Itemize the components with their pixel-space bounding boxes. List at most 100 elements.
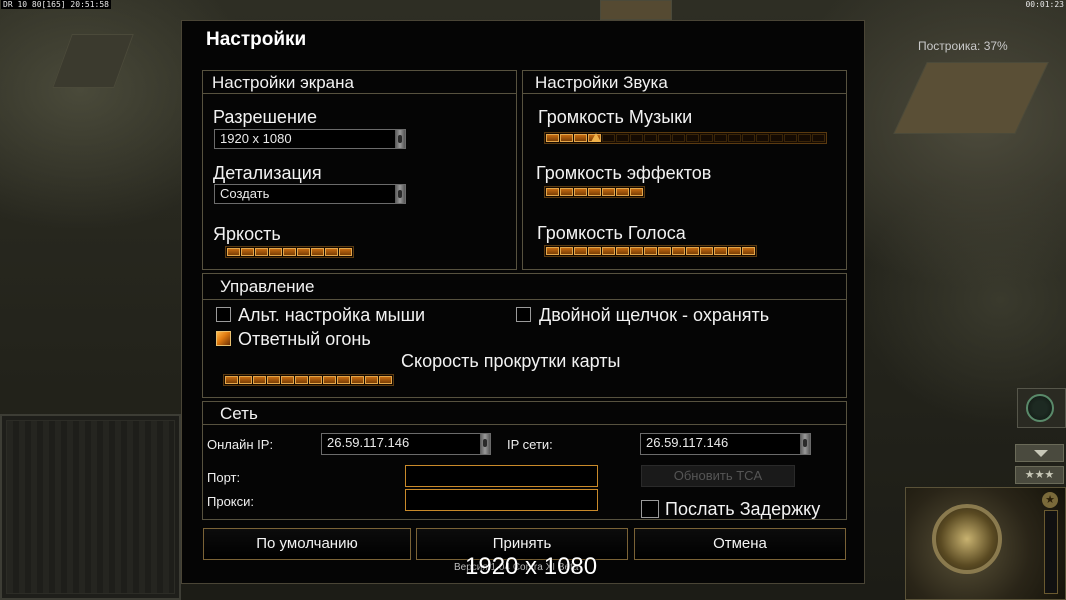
slider-segment: [574, 134, 587, 142]
scroll-speed-label: Скорость прокрутки карты: [401, 351, 621, 371]
slider-segment: [588, 188, 601, 196]
slider-segment: [365, 376, 378, 384]
scroll-down-button[interactable]: [1015, 444, 1064, 462]
resolution-value: 1920 x 1080: [220, 131, 292, 146]
slider-segment: [281, 376, 294, 384]
online-ip-select[interactable]: 26.59.117.146: [321, 433, 491, 455]
resolution-select[interactable]: 1920 x 1080: [214, 129, 406, 149]
lan-ip-label: IP сети:: [507, 437, 553, 452]
brightness-label: Яркость: [213, 224, 281, 244]
slider-segment: [574, 188, 587, 196]
slider-segment: [325, 248, 338, 256]
compass-icon: [1026, 394, 1054, 422]
effects-volume-label: Громкость эффектов: [536, 163, 712, 183]
slider-segment: [728, 134, 741, 142]
slider-segment: [616, 247, 629, 255]
slider-segment: [602, 188, 615, 196]
slider-segment: [351, 376, 364, 384]
slider-segment: [309, 376, 322, 384]
display-settings-panel: Настройки экрана Разрешение 1920 x 1080 …: [202, 70, 517, 270]
music-volume-slider[interactable]: [544, 132, 827, 144]
slider-segment: [798, 134, 811, 142]
cancel-button[interactable]: Отмена: [634, 528, 846, 560]
port-input[interactable]: [405, 465, 598, 487]
return-fire-label[interactable]: Ответный огонь: [238, 329, 371, 350]
slider-segment: [560, 247, 573, 255]
double-click-label[interactable]: Двойной щелчок - охранять: [539, 305, 769, 326]
hud-left-frame: [0, 414, 181, 600]
slider-segment: [225, 376, 238, 384]
slider-segment: [658, 247, 671, 255]
slider-segment: [311, 248, 324, 256]
voice-volume-slider[interactable]: [544, 245, 757, 257]
slider-segment: [337, 376, 350, 384]
slider-segment: [267, 376, 280, 384]
dropdown-arrow-icon[interactable]: [480, 434, 490, 454]
lan-ip-value: 26.59.117.146: [646, 435, 729, 450]
radar-button[interactable]: [1017, 388, 1066, 428]
slider-segment: [339, 248, 352, 256]
proxy-input[interactable]: [405, 489, 598, 511]
music-volume-thumb[interactable]: [591, 133, 601, 142]
send-delay-checkbox[interactable]: [641, 500, 659, 518]
port-label: Порт:: [207, 470, 241, 485]
detail-value: Создать: [220, 186, 270, 201]
alt-mouse-checkbox[interactable]: [216, 307, 231, 322]
slider-segment: [644, 247, 657, 255]
slider-segment: [239, 376, 252, 384]
slider-segment: [630, 247, 643, 255]
defaults-button[interactable]: По умолчанию: [203, 528, 411, 560]
scroll-speed-slider[interactable]: [223, 374, 394, 386]
display-settings-title: Настройки экрана: [212, 73, 354, 92]
slider-segment: [686, 247, 699, 255]
slider-segment: [644, 134, 657, 142]
slider-segment: [323, 376, 336, 384]
slider-segment: [602, 134, 615, 142]
slider-segment: [770, 134, 783, 142]
dropdown-arrow-icon[interactable]: [800, 434, 810, 454]
slider-segment: [686, 134, 699, 142]
hud-top-left: DR 10 80[165] 20:51:58: [1, 0, 111, 9]
lan-ip-select[interactable]: 26.59.117.146: [640, 433, 811, 455]
slider-segment: [700, 247, 713, 255]
double-click-checkbox[interactable]: [516, 307, 531, 322]
sound-settings-panel: Настройки Звука Громкость Музыки Громкос…: [522, 70, 847, 270]
slider-segment: [297, 248, 310, 256]
slider-segment: [241, 248, 254, 256]
slider-segment: [560, 134, 573, 142]
network-title: Сеть: [220, 404, 258, 423]
effects-volume-slider[interactable]: [544, 186, 645, 198]
dropdown-arrow-icon[interactable]: [395, 130, 405, 148]
faction-emblem-icon: [932, 504, 1002, 574]
slider-segment: [728, 247, 741, 255]
slider-segment: [588, 247, 601, 255]
detail-label: Детализация: [213, 163, 322, 183]
detail-select[interactable]: Создать: [214, 184, 406, 204]
dialog-title: Настройки: [206, 29, 307, 50]
rank-stars: ★★★: [1015, 466, 1064, 484]
update-tca-button[interactable]: Обновить TCA: [641, 465, 795, 487]
slider-segment: [658, 134, 671, 142]
map-building: [893, 62, 1049, 134]
slider-segment: [283, 248, 296, 256]
slider-segment: [253, 376, 266, 384]
dropdown-arrow-icon[interactable]: [395, 185, 405, 203]
sound-settings-title: Настройки Звука: [535, 73, 668, 92]
slider-segment: [784, 134, 797, 142]
slider-segment: [255, 248, 268, 256]
chevron-down-icon: [1034, 450, 1048, 457]
slider-segment: [546, 247, 559, 255]
send-delay-label[interactable]: Послать Задержку: [665, 499, 820, 520]
slider-segment: [672, 134, 685, 142]
slider-segment: [700, 134, 713, 142]
proxy-label: Прокси:: [207, 494, 255, 509]
brightness-slider[interactable]: [225, 246, 354, 258]
voice-volume-label: Громкость Голоса: [537, 223, 686, 243]
online-ip-label: Онлайн IP:: [207, 437, 274, 452]
command-panel: ★: [905, 487, 1066, 600]
slider-segment: [630, 134, 643, 142]
build-progress-label: Построика: 37%: [918, 39, 1008, 53]
return-fire-checkbox[interactable]: [216, 331, 231, 346]
alt-mouse-label[interactable]: Альт. настройка мыши: [238, 305, 425, 326]
slider-segment: [672, 247, 685, 255]
